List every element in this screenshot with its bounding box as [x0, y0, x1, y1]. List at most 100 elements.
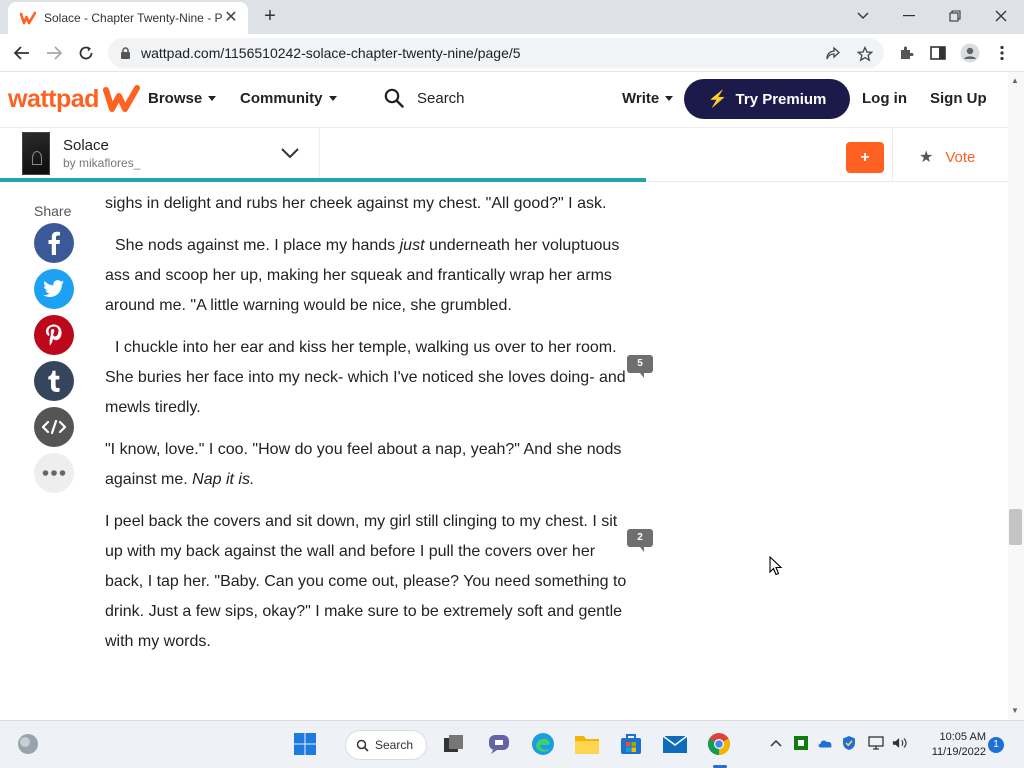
browser-menu-icon[interactable] — [989, 41, 1015, 65]
story-cover-image[interactable] — [22, 132, 50, 175]
story-paragraph: "I know, love." I coo. "How do you feel … — [105, 435, 630, 495]
profile-avatar-icon[interactable] — [957, 41, 983, 65]
url-text: wattpad.com/1156510242-solace-chapter-tw… — [141, 45, 521, 61]
twitter-share-button[interactable] — [34, 269, 74, 309]
tab-search-icon[interactable] — [840, 0, 886, 32]
taskbar-search-label: Search — [375, 738, 414, 752]
search-label: Search — [417, 89, 465, 107]
story-paragraph-emphasis: Nap it is. — [192, 471, 255, 488]
forward-icon[interactable] — [41, 41, 67, 65]
share-label: Share — [34, 203, 72, 219]
microsoft-store-icon[interactable] — [618, 731, 644, 757]
reload-icon[interactable] — [73, 41, 99, 65]
scrollbar-thumb[interactable] — [1009, 509, 1022, 545]
try-premium-label: Try Premium — [735, 90, 827, 108]
embed-share-button[interactable] — [34, 407, 74, 447]
back-icon[interactable] — [9, 41, 35, 65]
story-title[interactable]: Solace — [63, 137, 109, 154]
volume-icon[interactable] — [892, 735, 908, 751]
inline-comment-badge[interactable]: 5 — [627, 355, 653, 378]
tab-title: Solace - Chapter Twenty-Nine - P — [44, 11, 222, 25]
try-premium-button[interactable]: ⚡ Try Premium — [684, 79, 850, 119]
extensions-icon[interactable] — [893, 41, 919, 65]
scroll-up-arrow-icon[interactable]: ▲ — [1011, 76, 1019, 85]
star-icon: ★ — [919, 149, 934, 166]
system-clock[interactable]: 10:05 AM 11/19/2022 — [920, 730, 986, 760]
login-link[interactable]: Log in — [862, 90, 907, 107]
story-paragraph: I peel back the covers and sit down, my … — [105, 513, 627, 650]
more-share-button[interactable] — [34, 453, 74, 493]
search-icon — [356, 739, 369, 752]
wattpad-w-icon — [102, 85, 140, 112]
browser-tab[interactable]: Solace - Chapter Twenty-Nine - P ✕ — [8, 2, 248, 34]
onedrive-icon[interactable] — [817, 735, 833, 751]
tumblr-share-button[interactable] — [34, 361, 74, 401]
lightning-icon: ⚡ — [707, 91, 728, 108]
twitter-icon — [43, 280, 64, 298]
start-menu-icon[interactable] — [292, 731, 318, 757]
chevron-down-icon — [208, 96, 217, 101]
pinterest-share-button[interactable] — [34, 315, 74, 355]
inline-comment-badge[interactable]: 2 — [627, 529, 653, 552]
edge-browser-icon[interactable] — [530, 731, 556, 757]
taskbar-search-box[interactable]: Search — [345, 730, 427, 760]
add-to-library-button[interactable]: + — [846, 142, 884, 173]
chrome-icon[interactable] — [706, 731, 732, 757]
notification-badge[interactable]: 1 — [988, 737, 1004, 753]
lock-icon — [121, 46, 130, 59]
weather-widget-icon[interactable] — [15, 731, 41, 757]
story-paragraph-text: She nods against me. I place my hands — [115, 237, 400, 254]
restore-button[interactable] — [932, 0, 978, 32]
story-paragraph-text: "I know, love." I coo. "How do you feel … — [105, 441, 622, 488]
address-bar-row: wattpad.com/1156510242-solace-chapter-tw… — [0, 34, 1024, 72]
file-explorer-icon[interactable] — [574, 731, 600, 757]
new-tab-button[interactable]: + — [258, 5, 282, 29]
story-author[interactable]: by mikaflores_ — [63, 156, 140, 170]
table-of-contents-chevron-icon[interactable] — [280, 146, 300, 164]
teams-chat-icon[interactable] — [486, 731, 512, 757]
app-tray-icon[interactable] — [793, 735, 809, 751]
tray-overflow-chevron-icon[interactable] — [768, 735, 784, 751]
reading-progress-bar — [0, 178, 646, 182]
security-shield-icon[interactable] — [841, 735, 857, 751]
search-button[interactable]: Search — [384, 88, 465, 108]
chevron-down-icon — [665, 96, 674, 101]
facebook-icon — [48, 231, 60, 255]
minimize-button[interactable] — [886, 0, 932, 32]
search-icon — [384, 88, 404, 108]
bookmark-star-icon[interactable] — [854, 45, 876, 63]
browse-menu[interactable]: Browse — [148, 90, 217, 107]
community-menu[interactable]: Community — [240, 90, 337, 107]
network-icon[interactable] — [868, 735, 884, 751]
story-text: sighs in delight and rubs her cheek agai… — [105, 189, 630, 669]
write-label: Write — [622, 90, 660, 107]
sidebar-icon[interactable] — [925, 41, 951, 65]
community-label: Community — [240, 90, 323, 107]
close-window-button[interactable] — [978, 0, 1024, 32]
mail-icon[interactable] — [662, 731, 688, 757]
story-paragraph: sighs in delight and rubs her cheek agai… — [105, 195, 607, 212]
url-input[interactable]: wattpad.com/1156510242-solace-chapter-tw… — [108, 38, 884, 68]
mouse-cursor-icon — [769, 556, 783, 576]
vote-label: Vote — [945, 148, 976, 166]
share-page-icon[interactable] — [822, 45, 844, 63]
signup-link[interactable]: Sign Up — [930, 90, 987, 107]
chevron-down-icon — [328, 96, 337, 101]
page-scrollbar[interactable] — [1008, 72, 1024, 720]
clock-date: 11/19/2022 — [931, 746, 986, 758]
write-menu[interactable]: Write — [622, 90, 674, 107]
wattpad-header: wattpad Browse Community Search Write ⚡ … — [0, 72, 1008, 128]
vote-button[interactable]: ★ Vote — [919, 147, 975, 167]
divider — [319, 128, 320, 182]
facebook-share-button[interactable] — [34, 223, 74, 263]
tumblr-icon — [48, 370, 60, 392]
scroll-down-arrow-icon[interactable]: ▼ — [1011, 706, 1019, 715]
more-dots-icon — [42, 470, 66, 476]
signup-label: Sign Up — [930, 90, 987, 107]
tab-close-button[interactable]: ✕ — [222, 9, 240, 27]
divider — [892, 128, 893, 182]
windows-taskbar: Search 10:05 AM 11/19/2022 1 — [0, 720, 1024, 768]
task-view-icon[interactable] — [441, 731, 467, 757]
wattpad-logo[interactable]: wattpad — [8, 84, 141, 114]
browser-tab-bar: Solace - Chapter Twenty-Nine - P ✕ + — [0, 0, 1024, 34]
